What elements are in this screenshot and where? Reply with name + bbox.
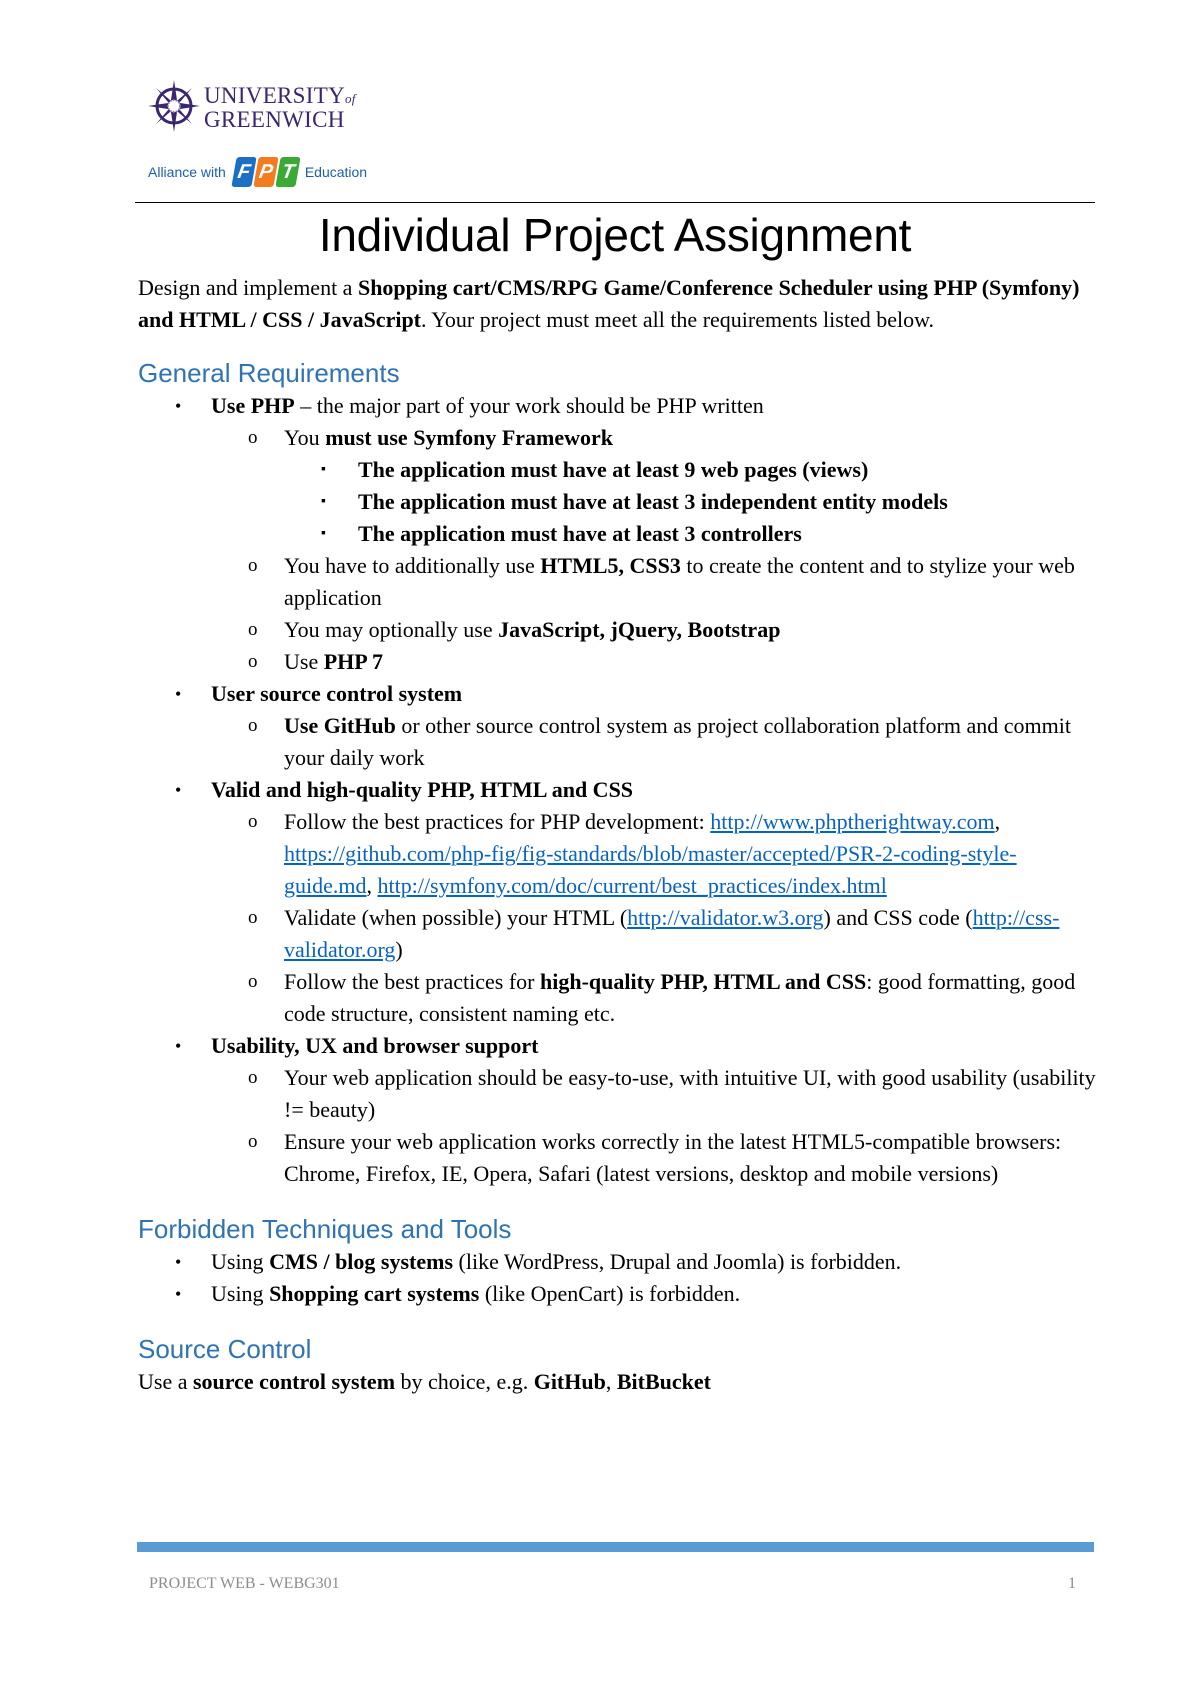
university-logo: UNIVERSITYof GREENWICH Alliance with F P… <box>148 80 393 190</box>
heading-source-control: Source Control <box>138 1334 312 1364</box>
link-w3c-validator[interactable]: http://validator.w3.org <box>627 905 823 930</box>
heading-forbidden: Forbidden Techniques and Tools <box>138 1214 512 1244</box>
heading-general-requirements: General Requirements <box>138 358 400 388</box>
circle-bullet-icon: o <box>248 619 258 640</box>
list-item: o You may optionally use JavaScript, jQue… <box>138 614 1098 646</box>
general-requirements-list: • Use PHP – the major part of your work s… <box>138 390 1098 1190</box>
link-symfony-best-practices[interactable]: http://symfony.com/doc/current/best_prac… <box>378 873 887 898</box>
bullet-icon: • <box>175 684 182 704</box>
square-bullet-icon: ▪ <box>321 494 326 509</box>
document-title: Individual Project Assignment <box>318 209 912 261</box>
source-control-paragraph: Use a source control system by choice, e… <box>138 1369 711 1394</box>
university-name: UNIVERSITYof GREENWICH <box>204 83 356 132</box>
bullet-icon: • <box>175 1036 182 1056</box>
list-item: o You must use Symfony Framework <box>138 422 1098 454</box>
square-bullet-icon: ▪ <box>321 526 326 541</box>
list-item: • User source control system <box>138 678 1098 710</box>
list-item: ▪ The application must have at least 3 co… <box>138 518 1098 550</box>
list-item: o Ensure your web application works corre… <box>138 1126 1098 1190</box>
document-body: Design and implement a Shopping cart/CMS… <box>138 272 1098 1398</box>
list-item: ▪ The application must have at least 3 in… <box>138 486 1098 518</box>
list-item: • Using Shopping cart systems (like OpenC… <box>138 1278 1098 1310</box>
forbidden-list: • Using CMS / blog systems (like WordPres… <box>138 1246 1098 1310</box>
circle-bullet-icon: o <box>248 971 258 992</box>
list-item: o Your web application should be easy-to-… <box>138 1062 1098 1126</box>
list-item: ▪ The application must have at least 9 we… <box>138 454 1098 486</box>
list-item: o Use PHP 7 <box>138 646 1098 678</box>
alliance-fpt: Alliance with F P T Education <box>148 157 367 187</box>
list-item: • Valid and high-quality PHP, HTML and CS… <box>138 774 1098 806</box>
bullet-icon: • <box>175 780 182 800</box>
list-item: • Usability, UX and browser support <box>138 1030 1098 1062</box>
circle-bullet-icon: o <box>248 1067 258 1088</box>
circle-bullet-icon: o <box>248 811 258 832</box>
list-item: o You have to additionally use HTML5, CSS… <box>138 550 1098 614</box>
bullet-icon: • <box>175 1284 182 1304</box>
circle-bullet-icon: o <box>248 907 258 928</box>
list-item: • Use PHP – the major part of your work s… <box>138 390 1098 422</box>
list-item: o Follow the best practices for high-qual… <box>138 966 1098 1030</box>
footer-bar <box>137 1542 1094 1552</box>
bullet-icon: • <box>175 1252 182 1272</box>
circle-bullet-icon: o <box>248 715 258 736</box>
circle-bullet-icon: o <box>248 555 258 576</box>
circle-bullet-icon: o <box>248 1131 258 1152</box>
list-item: o Use GitHub or other source control syst… <box>138 710 1098 774</box>
fpt-logo: F P T <box>231 157 301 187</box>
footer-course-label: PROJECT WEB - WEBG301 <box>149 1575 340 1592</box>
circle-bullet-icon: o <box>248 651 258 672</box>
list-item: o Validate (when possible) your HTML (htt… <box>138 902 1098 966</box>
list-item: o Follow the best practices for PHP devel… <box>138 806 1098 902</box>
link-phptherightway[interactable]: http://www.phptherightway.com <box>710 809 994 834</box>
square-bullet-icon: ▪ <box>321 462 326 477</box>
list-item: • Using CMS / blog systems (like WordPres… <box>138 1246 1098 1278</box>
page-number: 1 <box>1068 1575 1076 1592</box>
intro-paragraph: Design and implement a Shopping cart/CMS… <box>138 275 1080 332</box>
bullet-icon: • <box>175 396 182 416</box>
compass-emblem-icon <box>148 80 200 132</box>
header-rule <box>135 202 1095 203</box>
circle-bullet-icon: o <box>248 427 258 448</box>
